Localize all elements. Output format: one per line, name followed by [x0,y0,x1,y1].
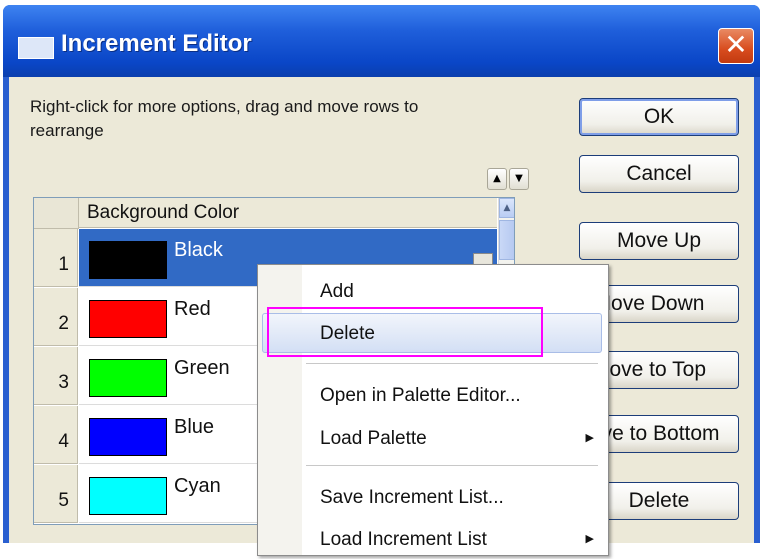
color-label: Red [174,298,211,320]
row-header[interactable]: 2 [34,288,78,346]
row-number: 4 [58,431,69,452]
submenu-arrow-icon: ▶ [585,533,594,545]
color-swatch [89,359,167,397]
scroll-up-button[interactable]: ▲ [499,198,514,218]
menu-item-label: Load Increment List [320,529,487,550]
row-number: 2 [58,313,69,334]
instructions-text: Right-click for more options, drag and m… [30,97,419,140]
close-button[interactable]: ✕ [718,28,754,64]
column-header-background-color[interactable]: Background Color [79,198,497,228]
close-icon: ✕ [724,28,748,61]
row-number: 3 [58,372,69,393]
title-bar[interactable]: Increment Editor ✕ [3,5,760,77]
reorder-up-button[interactable]: ▲ [487,168,507,190]
row-header[interactable]: 5 [34,465,78,523]
row-number: 5 [58,490,69,511]
menu-item-label: Load Palette [320,428,427,449]
color-label: Blue [174,416,215,438]
reorder-down-button[interactable]: ▼ [509,168,529,190]
color-swatch [89,477,167,515]
grid-corner[interactable] [34,198,79,229]
menu-item-save-increment-list[interactable]: Save Increment List... [262,477,602,517]
menu-item-load-increment-list[interactable]: Load Increment List ▶ [262,519,602,559]
color-swatch [89,241,167,279]
window-title: Increment Editor [61,30,252,57]
submenu-arrow-icon: ▶ [585,432,594,444]
color-swatch [89,300,167,338]
menu-separator [306,465,598,466]
highlight-annotation-box [267,307,543,357]
triangle-down-icon: ▼ [515,173,523,184]
cancel-button[interactable]: Cancel [579,155,739,193]
menu-item-label: Save Increment List... [320,487,504,508]
menu-item-add[interactable]: Add [262,271,602,311]
menu-item-label: Add [320,281,354,302]
row-header[interactable]: 3 [34,347,78,405]
row-header[interactable]: 4 [34,406,78,464]
ok-button[interactable]: OK [579,98,739,136]
menu-item-open-palette-editor[interactable]: Open in Palette Editor... [262,375,602,415]
row-header[interactable]: 1 [34,229,78,287]
menu-separator [306,363,598,364]
chevron-up-icon: ▲ [503,203,511,213]
row-number: 1 [58,254,69,275]
color-label: Green [174,357,230,379]
triangle-up-icon: ▲ [493,173,501,184]
color-label: Black [174,239,223,261]
menu-item-load-palette[interactable]: Load Palette ▶ [262,418,602,458]
menu-item-label: Open in Palette Editor... [320,385,521,406]
color-swatch [89,418,167,456]
color-label: Cyan [174,475,221,497]
window-icon [18,37,54,59]
move-up-button[interactable]: Move Up [579,222,739,260]
scroll-thumb[interactable] [499,220,514,260]
